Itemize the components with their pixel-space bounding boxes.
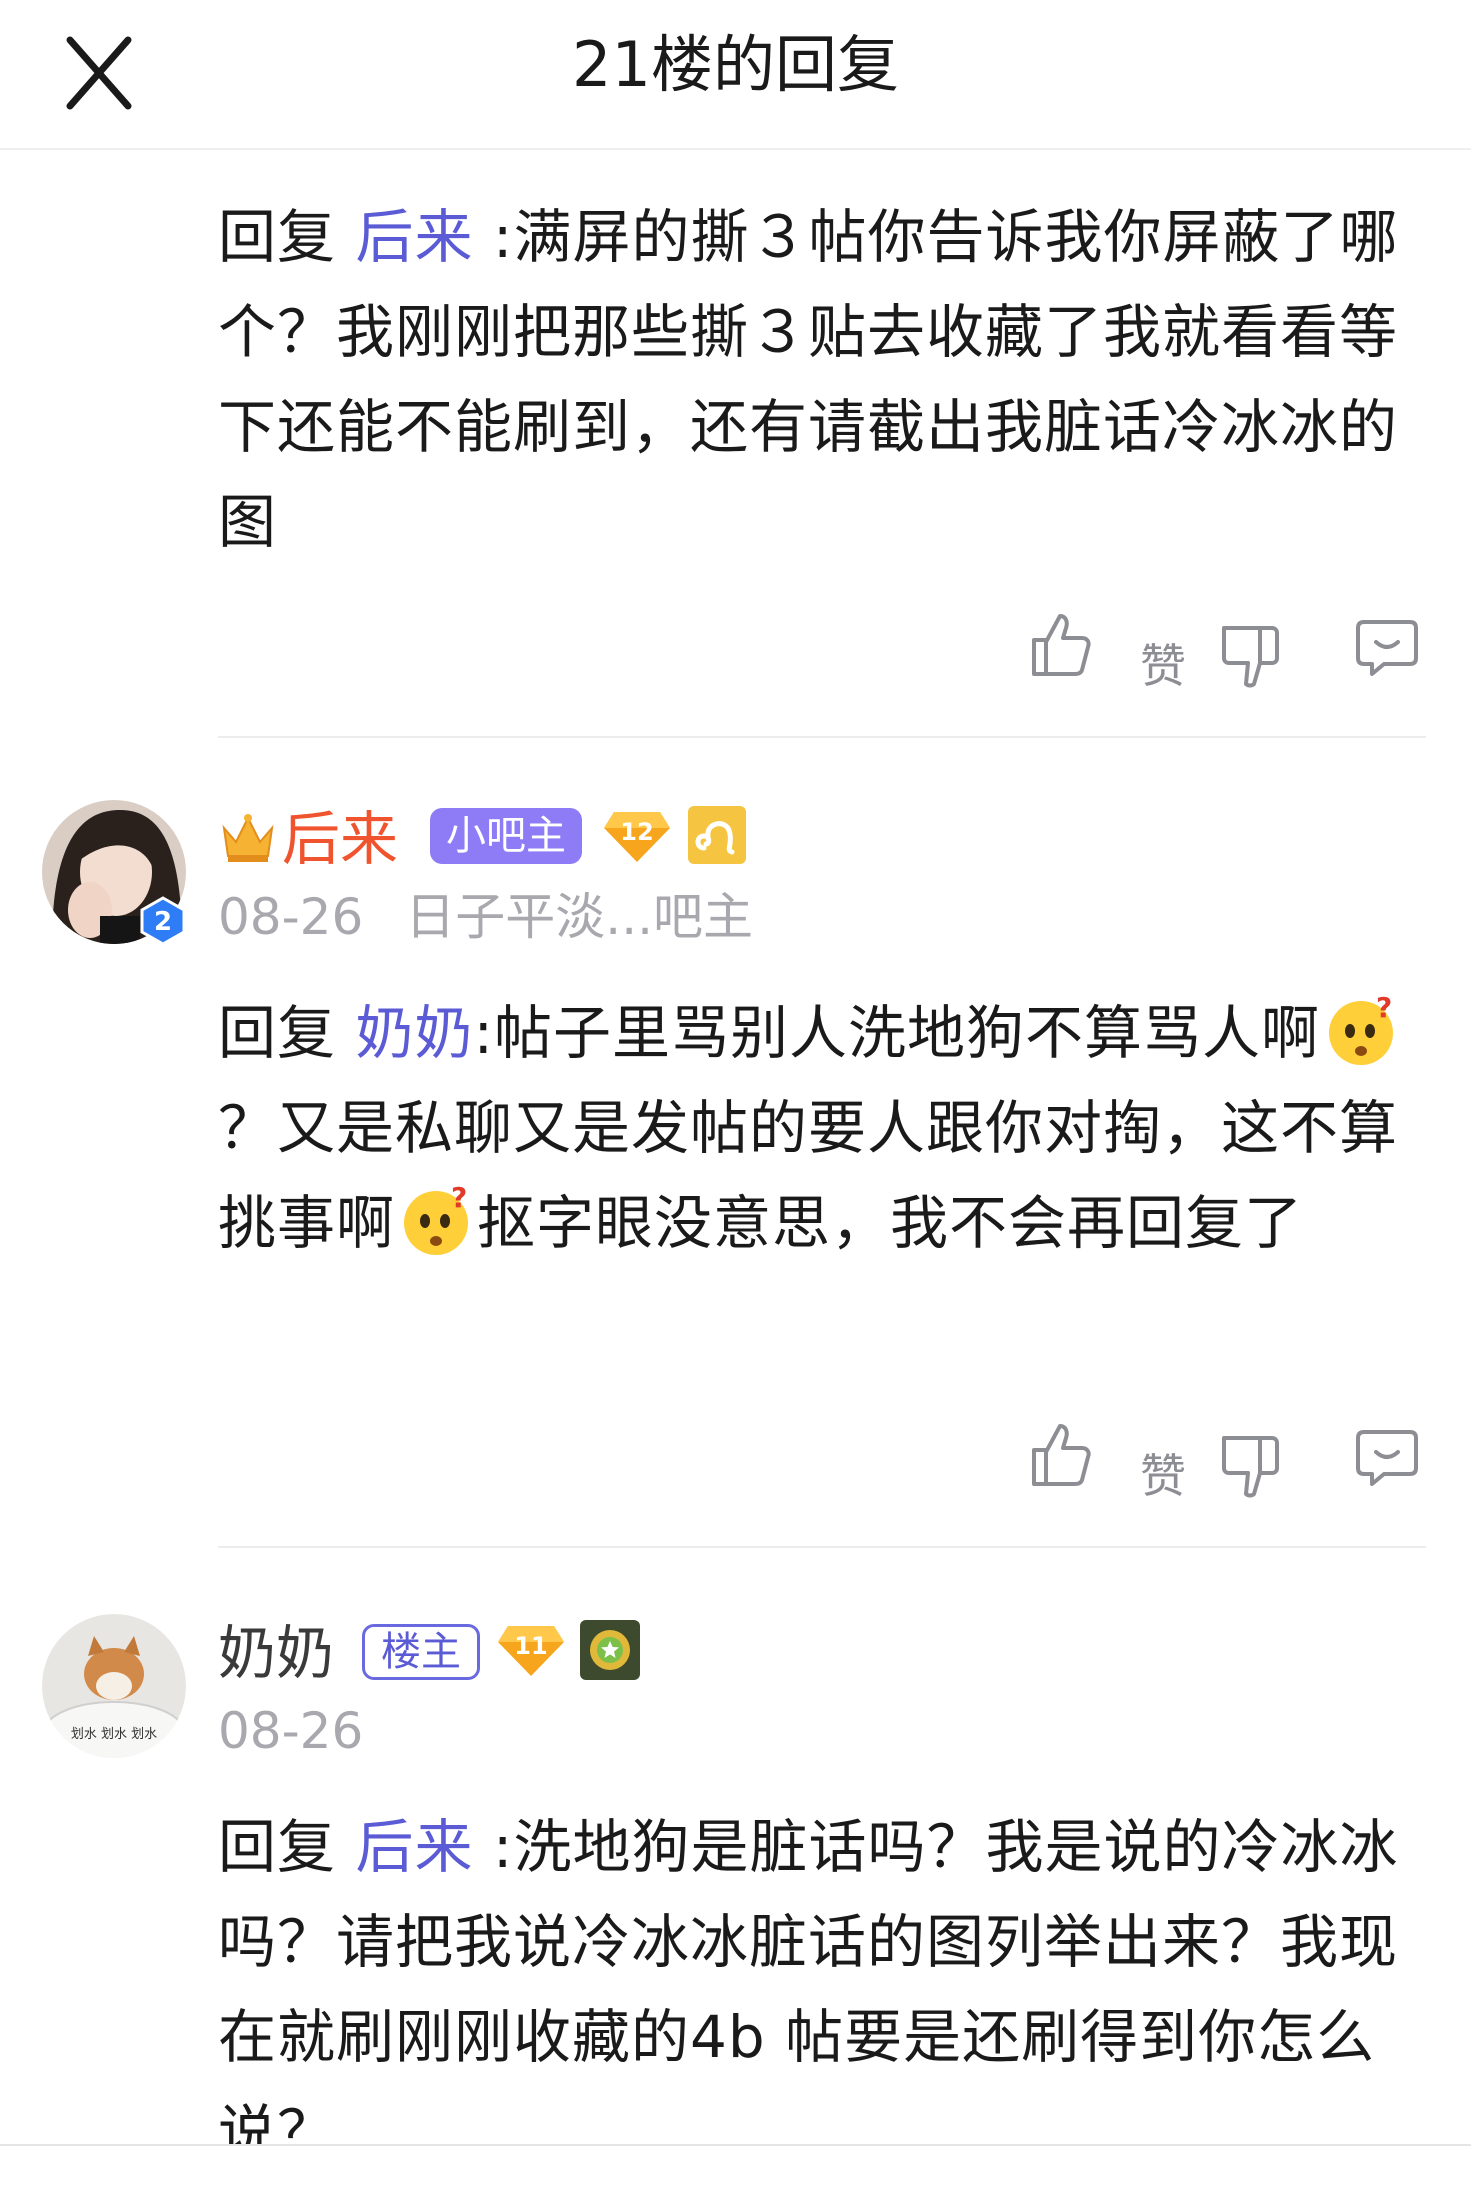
reply-prefix: 回复 [218,1813,337,1881]
like-button[interactable]: 赞 [1028,1420,1186,1503]
reply-prefix: 回复 [218,999,337,1067]
reply-body-part: 抠字眼没意思，我不会再回复了 [477,1189,1304,1257]
reply-body-part: :帖子里骂别人洗地狗不算骂人啊 [473,999,1321,1067]
avatar-caption: 划水 划水 划水 [71,1727,157,1742]
avatar[interactable]: 2 [42,800,186,946]
post-meta: 08-26 [218,1702,363,1760]
crown-icon [222,814,274,862]
thumbs-up-icon [1032,1424,1091,1486]
role-tag: 小吧主 [430,808,582,864]
bottom-divider [0,2144,1471,2146]
post-date: 08-26 [218,1702,364,1760]
level-badge-icon: 12 [604,812,670,862]
leo-zodiac-icon [688,806,746,864]
svg-text:11: 11 [514,1632,547,1660]
mention-link[interactable]: 后来 [355,1813,473,1881]
star-medal-icon [580,1620,640,1680]
post-meta: 08-26 日子平淡...吧主 [218,888,753,946]
username[interactable]: 奶奶 [218,1620,334,1686]
like-button[interactable]: 赞 [1028,610,1186,693]
page-title: 21楼的回复 [572,28,899,101]
user-signature: 日子平淡...吧主 [405,888,753,946]
thumbs-down-icon [1222,1436,1279,1498]
reply-text: 回复 后来 :洗地狗是脏话吗？我是说的冷冰冰吗？请把我说冷冰冰脏话的图列举出来？… [218,1800,1433,2144]
avatar[interactable]: 划水 划水 划水 [42,1614,186,1758]
confused-face-emoji-icon: ? [404,1183,469,1255]
thumbs-up-icon [1032,614,1091,676]
reply-actions: 赞 [1000,610,1440,700]
thumbs-down-icon [1222,626,1279,688]
svg-text:2: 2 [154,907,172,937]
dislike-button[interactable] [1220,624,1280,692]
divider [218,736,1426,738]
username[interactable]: 后来 [282,806,398,872]
comment-icon [1356,620,1418,676]
top-bar: 21楼的回复 [0,0,1471,150]
avatar-image: 划水 划水 划水 [42,1614,186,1758]
dislike-button[interactable] [1220,1434,1280,1502]
comment-button[interactable] [1354,1424,1420,1494]
like-label: 赞 [1140,639,1186,693]
divider [218,1546,1426,1548]
user-level-badge-icon: 2 [140,896,186,946]
confused-face-emoji-icon: ? [1329,993,1394,1065]
svg-text:?: ? [451,1183,468,1214]
svg-text:?: ? [1376,993,1393,1024]
level-badge-icon: 11 [498,1626,564,1676]
like-label: 赞 [1140,1449,1186,1503]
post-date: 08-26 [218,888,364,946]
svg-text:12: 12 [620,818,653,846]
mention-link[interactable]: 奶奶 [355,999,473,1067]
reply-text: 回复 后来 :满屏的撕３帖你告诉我你屏蔽了哪个？我刚刚把那些撕３贴去收藏了我就看… [218,190,1433,570]
comment-button[interactable] [1354,614,1420,684]
role-tag: 楼主 [362,1624,480,1680]
comment-icon [1356,1430,1418,1486]
reply-actions: 赞 [1000,1420,1440,1510]
reply-prefix: 回复 [218,203,337,271]
reply-text: 回复 奶奶:帖子里骂别人洗地狗不算骂人啊 ? ？又是私聊又是发帖的要人跟你对掏，… [218,986,1433,1271]
mention-link[interactable]: 后来 [355,203,473,271]
